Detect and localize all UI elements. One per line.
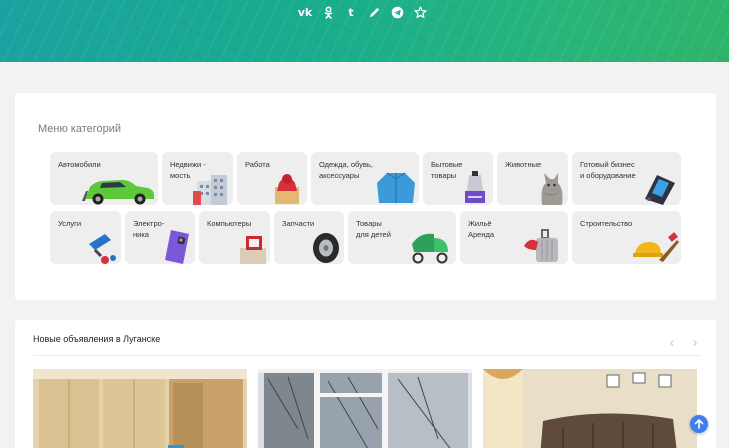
category-tile-rental[interactable]: Жильё Аренда — [460, 211, 568, 264]
paint-roller-icon — [89, 234, 116, 264]
arrow-up-icon — [694, 419, 704, 429]
computer-icon — [240, 236, 266, 264]
listing-photo-wardrobe[interactable] — [33, 369, 247, 448]
category-tile-jobs[interactable]: Работа — [237, 152, 307, 205]
household-icon — [465, 171, 485, 203]
jacket-icon — [377, 172, 415, 203]
category-label: Строительство — [580, 219, 633, 228]
scroll-to-top-button[interactable] — [690, 415, 708, 433]
star-icon[interactable] — [412, 4, 428, 20]
category-tile-animals[interactable]: Животные — [497, 152, 568, 205]
category-tile-construction[interactable]: Строительство — [572, 211, 681, 264]
tumblr-icon[interactable]: t — [343, 4, 359, 20]
category-tile-household[interactable]: Бытовые товары — [423, 152, 493, 205]
telegram-icon[interactable] — [389, 4, 405, 20]
category-label: Автомобили — [58, 160, 101, 169]
category-menu: Меню категорий Автомобили Недвижи - мост… — [15, 93, 716, 300]
category-label: Компьютеры — [207, 219, 252, 228]
category-tile-electronics[interactable]: Электро- ника — [125, 211, 195, 264]
balcony-image — [258, 369, 472, 448]
carousel-prev-button[interactable]: ‹ — [666, 335, 678, 349]
listing-photo-balcony[interactable] — [258, 369, 472, 448]
new-listings: Новые объявления в Луганске ‹ › — [15, 320, 716, 448]
category-label: Услуги — [58, 219, 82, 228]
listings-title: Новые объявления в Луганске — [33, 334, 161, 344]
car-icon — [82, 180, 154, 205]
category-tile-real-estate[interactable]: Недвижи - мость — [162, 152, 233, 205]
stroller-icon — [412, 233, 448, 264]
living-room-image — [483, 369, 697, 448]
category-tile-kids[interactable]: Товары для детей — [348, 211, 456, 264]
smartphone-icon — [165, 230, 189, 264]
tumblr-text: t — [348, 5, 354, 19]
category-tile-auto-parts[interactable]: Запчасти — [274, 211, 344, 264]
briefcase-icon — [275, 174, 299, 204]
listing-photo-living-room[interactable] — [483, 369, 697, 448]
category-tile-services[interactable]: Услуги — [50, 211, 121, 264]
share-buttons: vk t — [297, 4, 428, 20]
category-tile-clothing[interactable]: Одежда, обувь, аксессуары — [311, 152, 419, 205]
top-banner: vk t — [0, 0, 729, 62]
category-tile-computers[interactable]: Компьютеры — [199, 211, 270, 264]
tire-icon — [313, 233, 339, 263]
suitcase-icon — [524, 229, 558, 262]
building-icon — [193, 175, 227, 205]
divider — [33, 355, 700, 356]
category-menu-heading: Меню категорий — [38, 123, 122, 135]
vk-icon[interactable]: vk — [297, 4, 313, 20]
vk-text: vk — [297, 5, 313, 19]
terminal-icon — [645, 175, 675, 205]
wardrobe-image — [33, 369, 247, 448]
carousel-next-button[interactable]: › — [689, 335, 701, 349]
odnoklassniki-icon[interactable] — [320, 4, 336, 20]
pencil-icon[interactable] — [366, 4, 382, 20]
hard-hat-icon — [633, 232, 679, 262]
cat-icon — [541, 173, 563, 205]
category-tile-cars[interactable]: Автомобили — [50, 152, 158, 205]
category-tile-business[interactable]: Готовый бизнес и оборудование — [572, 152, 681, 205]
